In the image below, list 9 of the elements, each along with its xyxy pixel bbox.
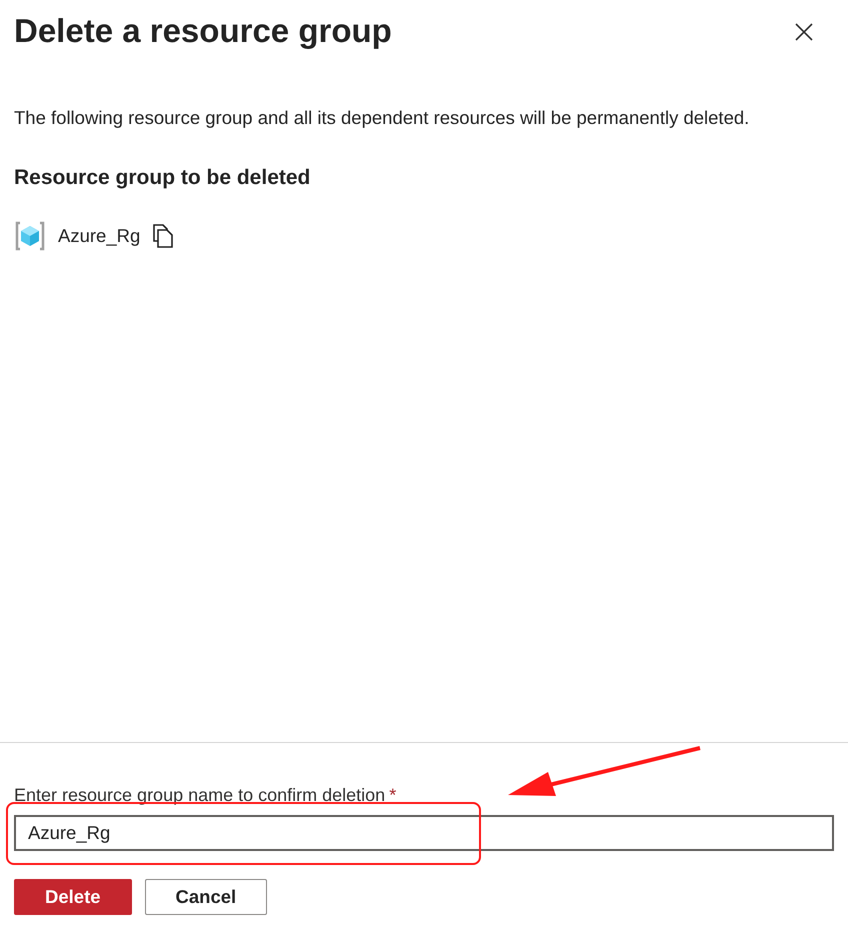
copy-icon[interactable] xyxy=(152,224,174,248)
resource-group-name: Azure_Rg xyxy=(58,225,140,247)
confirm-input[interactable]: Azure_Rg xyxy=(14,815,834,851)
panel-title: Delete a resource group xyxy=(14,11,392,51)
section-heading: Resource group to be deleted xyxy=(14,165,312,191)
description-text: The following resource group and all its dependent resources will be permanently deleted. xyxy=(14,106,750,130)
cancel-button[interactable]: Cancel xyxy=(144,879,268,915)
cube-icon xyxy=(14,220,46,252)
delete-button[interactable]: Delete xyxy=(14,879,132,915)
